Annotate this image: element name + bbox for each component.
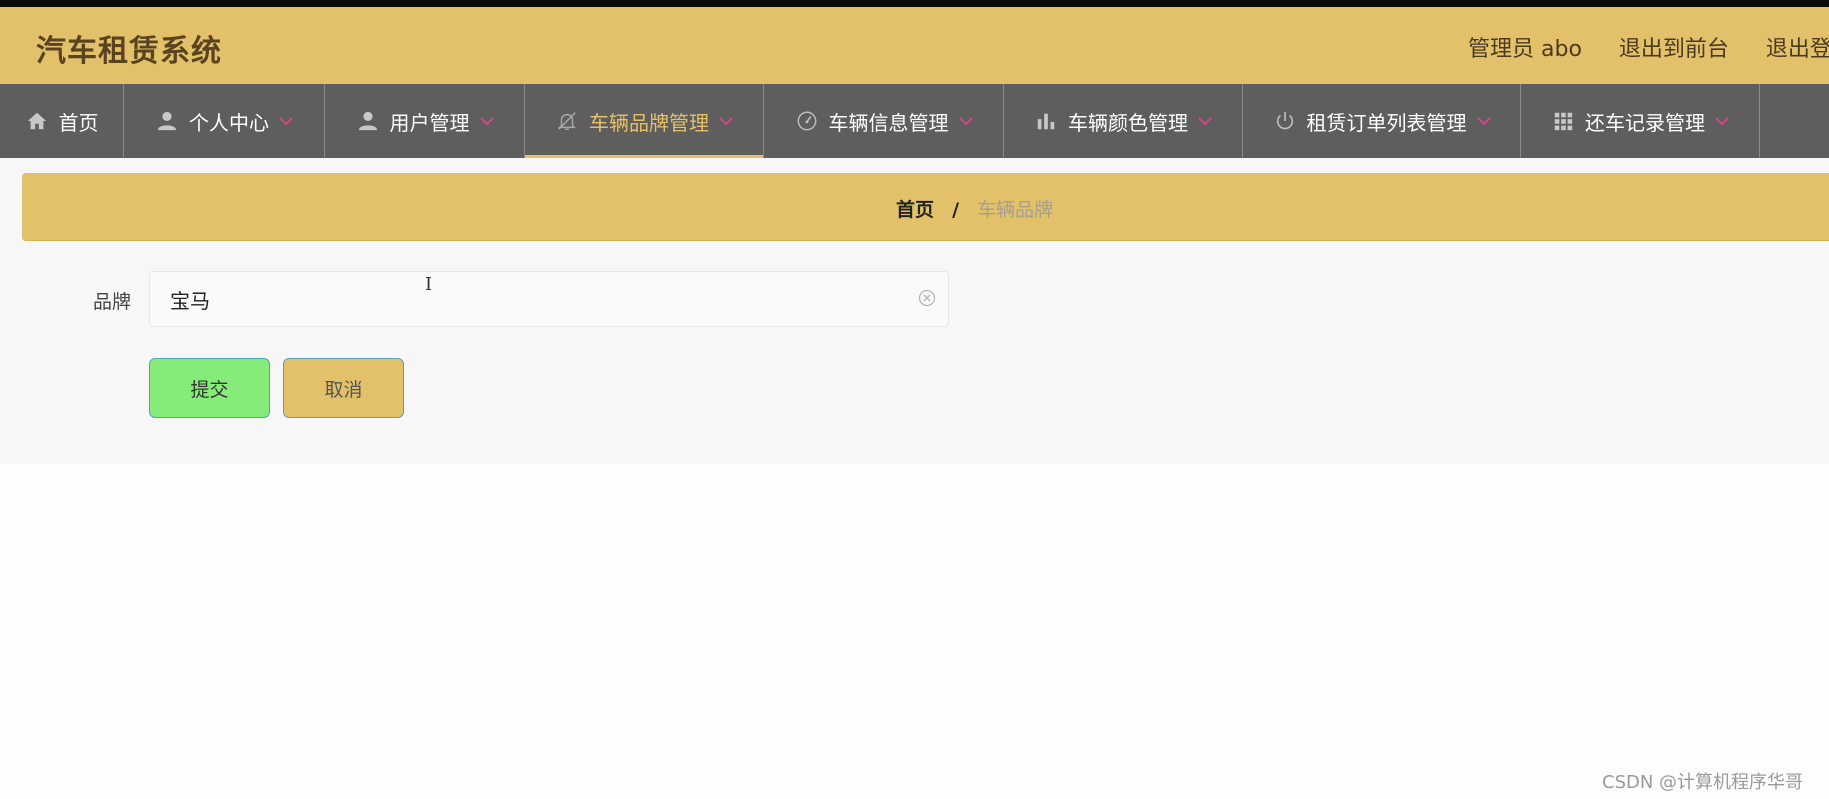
nav-item-label: 车辆品牌管理 xyxy=(589,110,709,135)
nav-item-brand-management[interactable]: 车辆品牌管理 xyxy=(525,84,764,158)
form-panel: 首页 / 车辆品牌 品牌 I 提交 取消 xyxy=(0,158,1829,464)
cancel-button[interactable]: 取消 xyxy=(283,358,404,418)
brand-label: 品牌 xyxy=(93,291,132,313)
nav-item-return-records[interactable]: 还车记录管理 xyxy=(1521,84,1760,158)
nav-item-vehicle-info[interactable]: 车辆信息管理 xyxy=(764,84,1004,158)
bell-off-icon xyxy=(555,109,579,133)
nav-item-rental-orders[interactable]: 租赁订单列表管理 xyxy=(1243,84,1521,158)
breadcrumb: 首页 / 车辆品牌 xyxy=(896,195,1053,222)
breadcrumb-home[interactable]: 首页 xyxy=(896,199,934,221)
home-icon xyxy=(25,109,49,133)
nav-item-label: 租赁订单列表管理 xyxy=(1306,110,1467,135)
nav-item-label: 还车记录管理 xyxy=(1585,110,1705,135)
chevron-down-icon xyxy=(279,114,293,128)
top-strip xyxy=(0,0,1829,7)
header-links: 管理员 abo 退出到前台 退出登录 xyxy=(1468,31,1829,63)
nav-item-home[interactable]: 首页 xyxy=(0,84,124,158)
text-cursor-icon: I xyxy=(425,274,433,295)
user-icon xyxy=(356,109,380,133)
chevron-down-icon xyxy=(1476,114,1491,128)
chevron-down-icon xyxy=(719,114,733,128)
person-icon xyxy=(155,109,179,133)
nav-item-user-management[interactable]: 用户管理 xyxy=(325,84,525,158)
power-icon xyxy=(1273,109,1297,133)
app-title: 汽车租赁系统 xyxy=(36,34,222,69)
chevron-down-icon xyxy=(958,114,973,128)
chevron-down-icon xyxy=(479,114,494,128)
exit-to-frontend-link[interactable]: 退出到前台 xyxy=(1619,37,1729,62)
main-nav: 首页 个人中心 用户管理 车辆品牌管理 车辆信息管理 车辆颜色管理 租赁订单列表… xyxy=(0,84,1829,158)
watermark: CSDN @计算机程序华哥 xyxy=(1602,772,1804,793)
nav-item-vehicle-color[interactable]: 车辆颜色管理 xyxy=(1004,84,1243,158)
breadcrumb-current: 车辆品牌 xyxy=(977,199,1054,221)
bar-chart-icon xyxy=(1034,109,1058,133)
brand-input-wrapper xyxy=(149,271,949,327)
gauge-icon xyxy=(795,109,819,133)
grid-icon xyxy=(1551,109,1575,133)
brand-input[interactable] xyxy=(150,272,890,326)
chevron-down-icon xyxy=(1715,114,1729,128)
nav-item-label: 首页 xyxy=(58,110,99,135)
breadcrumb-bar: 首页 / 车辆品牌 xyxy=(22,173,1829,241)
nav-item-personal-center[interactable]: 个人中心 xyxy=(124,84,325,158)
nav-item-label: 车辆信息管理 xyxy=(828,110,949,135)
chevron-down-icon xyxy=(1198,114,1212,128)
clear-icon[interactable] xyxy=(918,289,936,307)
nav-item-label: 车辆颜色管理 xyxy=(1068,110,1188,135)
nav-item-label: 个人中心 xyxy=(189,110,269,135)
current-user-label: 管理员 abo xyxy=(1468,37,1582,62)
nav-item-label: 用户管理 xyxy=(389,110,470,135)
breadcrumb-separator: / xyxy=(952,199,960,221)
logout-link[interactable]: 退出登录 xyxy=(1766,37,1829,62)
submit-button[interactable]: 提交 xyxy=(149,358,270,418)
app-header: 汽车租赁系统 管理员 abo 退出到前台 退出登录 xyxy=(0,7,1829,84)
